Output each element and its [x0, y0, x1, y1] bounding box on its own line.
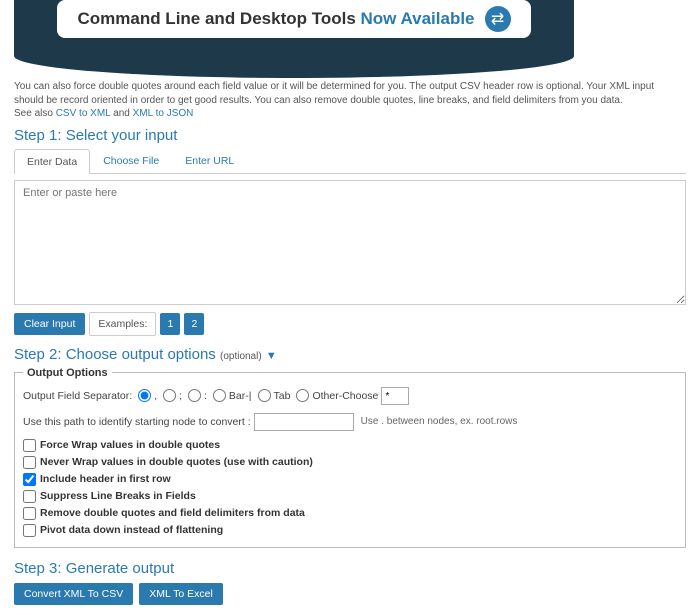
- chk-suppress-label: Suppress Line Breaks in Fields: [40, 490, 196, 502]
- promo-banner: Command Line and Desktop Tools Now Avail…: [14, 0, 574, 56]
- convert-csv-button[interactable]: Convert XML To CSV: [14, 583, 133, 605]
- chk-pivot[interactable]: [23, 524, 36, 537]
- example-2-button[interactable]: 2: [184, 313, 204, 335]
- separator-label: Output Field Separator:: [23, 390, 132, 402]
- step2-title[interactable]: Step 2: Choose output options (optional)…: [0, 340, 700, 367]
- chk-never-row[interactable]: Never Wrap values in double quotes (use …: [23, 456, 677, 469]
- chk-header[interactable]: [23, 473, 36, 486]
- step2-optional: (optional): [220, 351, 262, 362]
- sep-other-label: Other-Choose: [312, 390, 378, 402]
- tab-enter-url[interactable]: Enter URL: [172, 148, 247, 173]
- examples-label: Examples:: [89, 312, 156, 336]
- chk-header-label: Include header in first row: [40, 473, 171, 485]
- xml-to-excel-button[interactable]: XML To Excel: [139, 583, 223, 605]
- chk-never[interactable]: [23, 456, 36, 469]
- banner-text-b: Now Available: [361, 9, 475, 28]
- input-buttons-row: Clear Input Examples: 1 2: [14, 312, 686, 336]
- path-row: Use this path to identify starting node …: [23, 413, 677, 431]
- tab-choose-file[interactable]: Choose File: [90, 148, 172, 173]
- chk-force[interactable]: [23, 439, 36, 452]
- sep-colon-radio[interactable]: [188, 389, 201, 402]
- link-csv-to-xml[interactable]: CSV to XML: [56, 108, 111, 119]
- sep-other-radio[interactable]: [296, 389, 309, 402]
- sep-colon-label: :: [204, 390, 207, 402]
- chk-remove-label: Remove double quotes and field delimiter…: [40, 507, 305, 519]
- sep-tab-label: Tab: [274, 390, 291, 402]
- chk-pivot-label: Pivot data down instead of flattening: [40, 524, 223, 536]
- chk-suppress[interactable]: [23, 490, 36, 503]
- output-options-legend: Output Options: [23, 367, 112, 379]
- swap-arrow-icon: ⇄: [485, 6, 511, 32]
- chk-suppress-row[interactable]: Suppress Line Breaks in Fields: [23, 490, 677, 503]
- step2-title-text: Step 2: Choose output options: [14, 346, 220, 363]
- input-area: [14, 180, 686, 308]
- banner-text: Command Line and Desktop Tools Now Avail…: [77, 9, 474, 29]
- input-tabs: Enter Data Choose File Enter URL: [14, 148, 686, 174]
- path-label: Use this path to identify starting node …: [23, 416, 251, 428]
- chk-header-row[interactable]: Include header in first row: [23, 473, 677, 486]
- banner-text-a: Command Line and Desktop Tools: [77, 9, 360, 28]
- link-xml-to-json[interactable]: XML to JSON: [133, 108, 194, 119]
- chk-never-label: Never Wrap values in double quotes (use …: [40, 456, 313, 468]
- data-input[interactable]: [14, 180, 686, 305]
- intro-line1: You can also force double quotes around …: [14, 81, 654, 106]
- example-1-button[interactable]: 1: [160, 313, 180, 335]
- tab-enter-data[interactable]: Enter Data: [14, 149, 90, 174]
- sep-semi-label: ;: [179, 390, 182, 402]
- separator-row: Output Field Separator: , ; : Bar-| Tab …: [23, 387, 677, 405]
- chk-force-label: Force Wrap values in double quotes: [40, 439, 220, 451]
- generate-row: Convert XML To CSV XML To Excel: [14, 583, 686, 605]
- chk-force-row[interactable]: Force Wrap values in double quotes: [23, 439, 677, 452]
- chk-pivot-row[interactable]: Pivot data down instead of flattening: [23, 524, 677, 537]
- path-hint: Use . between nodes, ex. root.rows: [361, 416, 518, 427]
- sep-tab-radio[interactable]: [258, 389, 271, 402]
- sep-other-input[interactable]: [381, 387, 409, 405]
- sep-comma-label: ,: [154, 390, 157, 402]
- step3-title: Step 3: Generate output: [0, 554, 700, 581]
- step1-title: Step 1: Select your input: [0, 121, 700, 148]
- chk-remove-row[interactable]: Remove double quotes and field delimiter…: [23, 507, 677, 520]
- sep-semi-radio[interactable]: [163, 389, 176, 402]
- chk-remove[interactable]: [23, 507, 36, 520]
- output-options-fieldset: Output Options Output Field Separator: ,…: [14, 367, 686, 548]
- clear-input-button[interactable]: Clear Input: [14, 313, 85, 335]
- path-input[interactable]: [254, 413, 354, 431]
- intro-prefix: See also: [14, 108, 56, 119]
- intro-text: You can also force double quotes around …: [0, 80, 700, 121]
- chevron-down-icon: ▼: [266, 350, 277, 362]
- banner-curve: [14, 56, 574, 78]
- promo-banner-inner[interactable]: Command Line and Desktop Tools Now Avail…: [57, 0, 530, 38]
- sep-bar-radio[interactable]: [213, 389, 226, 402]
- sep-bar-label: Bar-|: [229, 390, 252, 402]
- sep-comma-radio[interactable]: [138, 389, 151, 402]
- intro-mid: and: [113, 108, 132, 119]
